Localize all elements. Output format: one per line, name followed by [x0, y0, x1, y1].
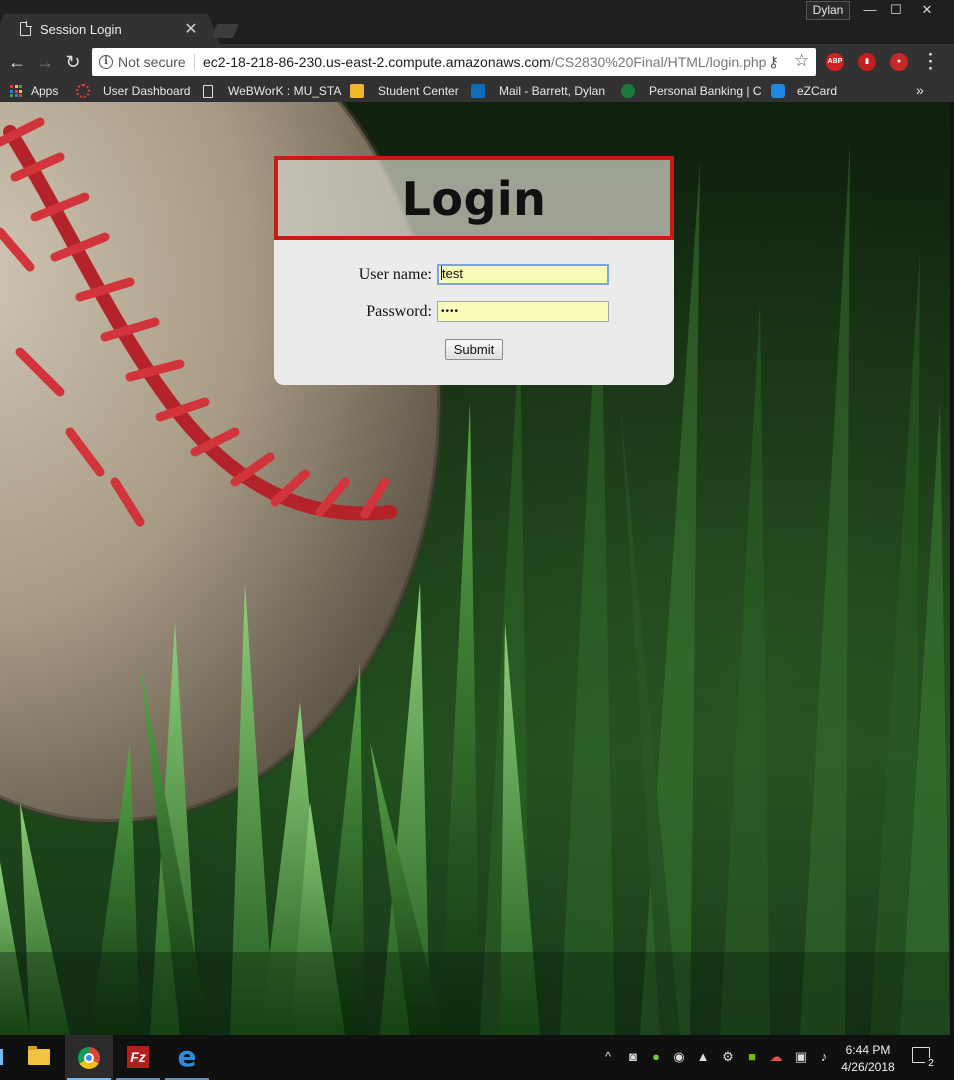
bookmark-label: eZCard	[797, 84, 838, 98]
url-separator	[194, 54, 195, 70]
login-title: Login	[401, 172, 547, 226]
bookmark-mail[interactable]: Mail - Barrett, Dylan	[471, 83, 605, 99]
bookmark-ezcard[interactable]: eZCard	[771, 83, 837, 99]
bookmark-webwork[interactable]: WeBWorK : MU_STA	[203, 83, 341, 99]
shield-extension-icon[interactable]: ▮	[858, 53, 876, 71]
ezcard-icon	[771, 84, 785, 98]
bookmark-label: Apps	[31, 84, 59, 98]
tab-title: Session Login	[40, 22, 122, 37]
bookmark-label: User Dashboard	[103, 84, 191, 98]
close-window-button[interactable]: ✕	[912, 0, 942, 20]
close-tab-icon[interactable]: ✕	[183, 19, 199, 39]
profile-button[interactable]: Dylan	[806, 1, 850, 20]
password-mask: ••••	[441, 306, 460, 317]
utorrent-icon[interactable]: ●	[647, 1049, 665, 1065]
bookmarks-bar: Apps User Dashboard WeBWorK : MU_STA Stu…	[0, 80, 954, 102]
show-hidden-icons-icon[interactable]: ^	[599, 1049, 617, 1065]
login-form: Login User name: test Password: •••• Sub…	[274, 156, 674, 385]
bookmark-personal-banking[interactable]: Personal Banking | C	[621, 83, 762, 99]
back-button[interactable]: ←	[6, 51, 28, 73]
discord-icon[interactable]: ◙	[624, 1049, 642, 1065]
chrome-menu-icon[interactable]: · · ·	[924, 46, 938, 77]
adblock-plus-icon[interactable]: ABP	[826, 53, 844, 71]
bookmark-label: Mail - Barrett, Dylan	[499, 84, 606, 98]
taskbar-chrome[interactable]	[65, 1035, 113, 1080]
url-host: ec2-18-218-86-230.us-east-2.compute.amaz…	[203, 54, 551, 70]
info-icon[interactable]: i	[99, 55, 113, 69]
clock-date: 4/26/2018	[841, 1060, 895, 1074]
settings-gear-icon[interactable]: ⚙	[719, 1049, 737, 1065]
start-button[interactable]	[0, 1049, 3, 1065]
bookmark-label: Personal Banking | C	[649, 84, 762, 98]
new-tab-button[interactable]	[211, 24, 239, 38]
login-body: User name: test Password: •••• Submit	[274, 240, 674, 385]
password-label: Password:	[366, 303, 432, 320]
url-text[interactable]: ec2-18-218-86-230.us-east-2.compute.amaz…	[203, 54, 766, 70]
windows-taskbar: Fz e ^ ◙ ● ◉ ▲ ⚙ ■ ☁ ▣ ♪ 6:44 PM 4/26/20…	[0, 1035, 954, 1080]
taskbar-filezilla[interactable]: Fz	[114, 1035, 162, 1080]
clock-time: 6:44 PM	[845, 1043, 891, 1057]
username-field[interactable]: test	[437, 264, 609, 285]
network-icon[interactable]: ▣	[792, 1049, 810, 1065]
username-value: test	[442, 266, 463, 281]
key-icon[interactable]: ⚷	[768, 53, 779, 71]
maximize-button[interactable]: ☐	[881, 0, 911, 20]
tab-session-login[interactable]: Session Login ✕	[6, 14, 206, 44]
password-field[interactable]: ••••	[437, 301, 609, 322]
nvidia-icon[interactable]: ■	[743, 1049, 761, 1065]
username-label: User name:	[358, 266, 432, 283]
apps-grid-icon	[10, 85, 22, 97]
submit-button[interactable]: Submit	[445, 339, 503, 360]
browser-toolbar: ← → ↻ i Not secure ec2-18-218-86-230.us-…	[0, 44, 954, 80]
steam-icon[interactable]: ◉	[670, 1049, 688, 1065]
url-path: /CS2830%20Final/HTML/login.php	[550, 54, 767, 70]
bookmark-student-center[interactable]: Student Center	[350, 83, 459, 99]
reload-button[interactable]: ↻	[62, 51, 84, 73]
volume-icon[interactable]: ♪	[815, 1049, 833, 1065]
dashboard-ring-icon	[76, 84, 90, 98]
bookmark-user-dashboard[interactable]: User Dashboard	[76, 83, 190, 99]
student-center-icon	[350, 84, 364, 98]
browser-titlebar: Session Login ✕ Dylan — ☐ ✕	[0, 0, 954, 44]
filezilla-icon: Fz	[127, 1046, 149, 1068]
security-label[interactable]: Not secure	[118, 54, 186, 70]
page-icon	[20, 21, 32, 36]
bookmark-apps[interactable]: Apps	[10, 83, 58, 99]
file-explorer-icon	[28, 1046, 50, 1065]
forward-button[interactable]: →	[34, 51, 56, 73]
taskbar-edge[interactable]: e	[163, 1035, 211, 1080]
taskbar-clock[interactable]: 6:44 PM 4/26/2018	[836, 1042, 900, 1076]
edge-icon: e	[177, 1040, 197, 1073]
outlook-icon	[471, 84, 485, 98]
login-header: Login	[274, 156, 674, 240]
notification-count: 2	[925, 1058, 937, 1070]
bookmark-label: WeBWorK : MU_STA	[228, 84, 342, 98]
onedrive-like-icon[interactable]: ▲	[694, 1049, 712, 1065]
window-edge	[950, 102, 954, 1035]
bookmark-label: Student Center	[378, 84, 459, 98]
bookmarks-overflow-icon[interactable]: »	[916, 82, 924, 98]
bookmark-star-icon[interactable]: ☆	[794, 51, 809, 71]
page-icon	[203, 84, 213, 98]
red-mascot-extension-icon[interactable]: ●	[890, 53, 908, 71]
address-bar[interactable]: i Not secure ec2-18-218-86-230.us-east-2…	[92, 48, 816, 76]
cloud-sync-icon[interactable]: ☁	[767, 1049, 785, 1065]
bank-icon	[621, 84, 635, 98]
chrome-icon	[78, 1047, 100, 1069]
screen: Session Login ✕ Dylan — ☐ ✕ ← → ↻ i Not …	[0, 0, 954, 1080]
taskbar-file-explorer[interactable]	[15, 1035, 63, 1080]
